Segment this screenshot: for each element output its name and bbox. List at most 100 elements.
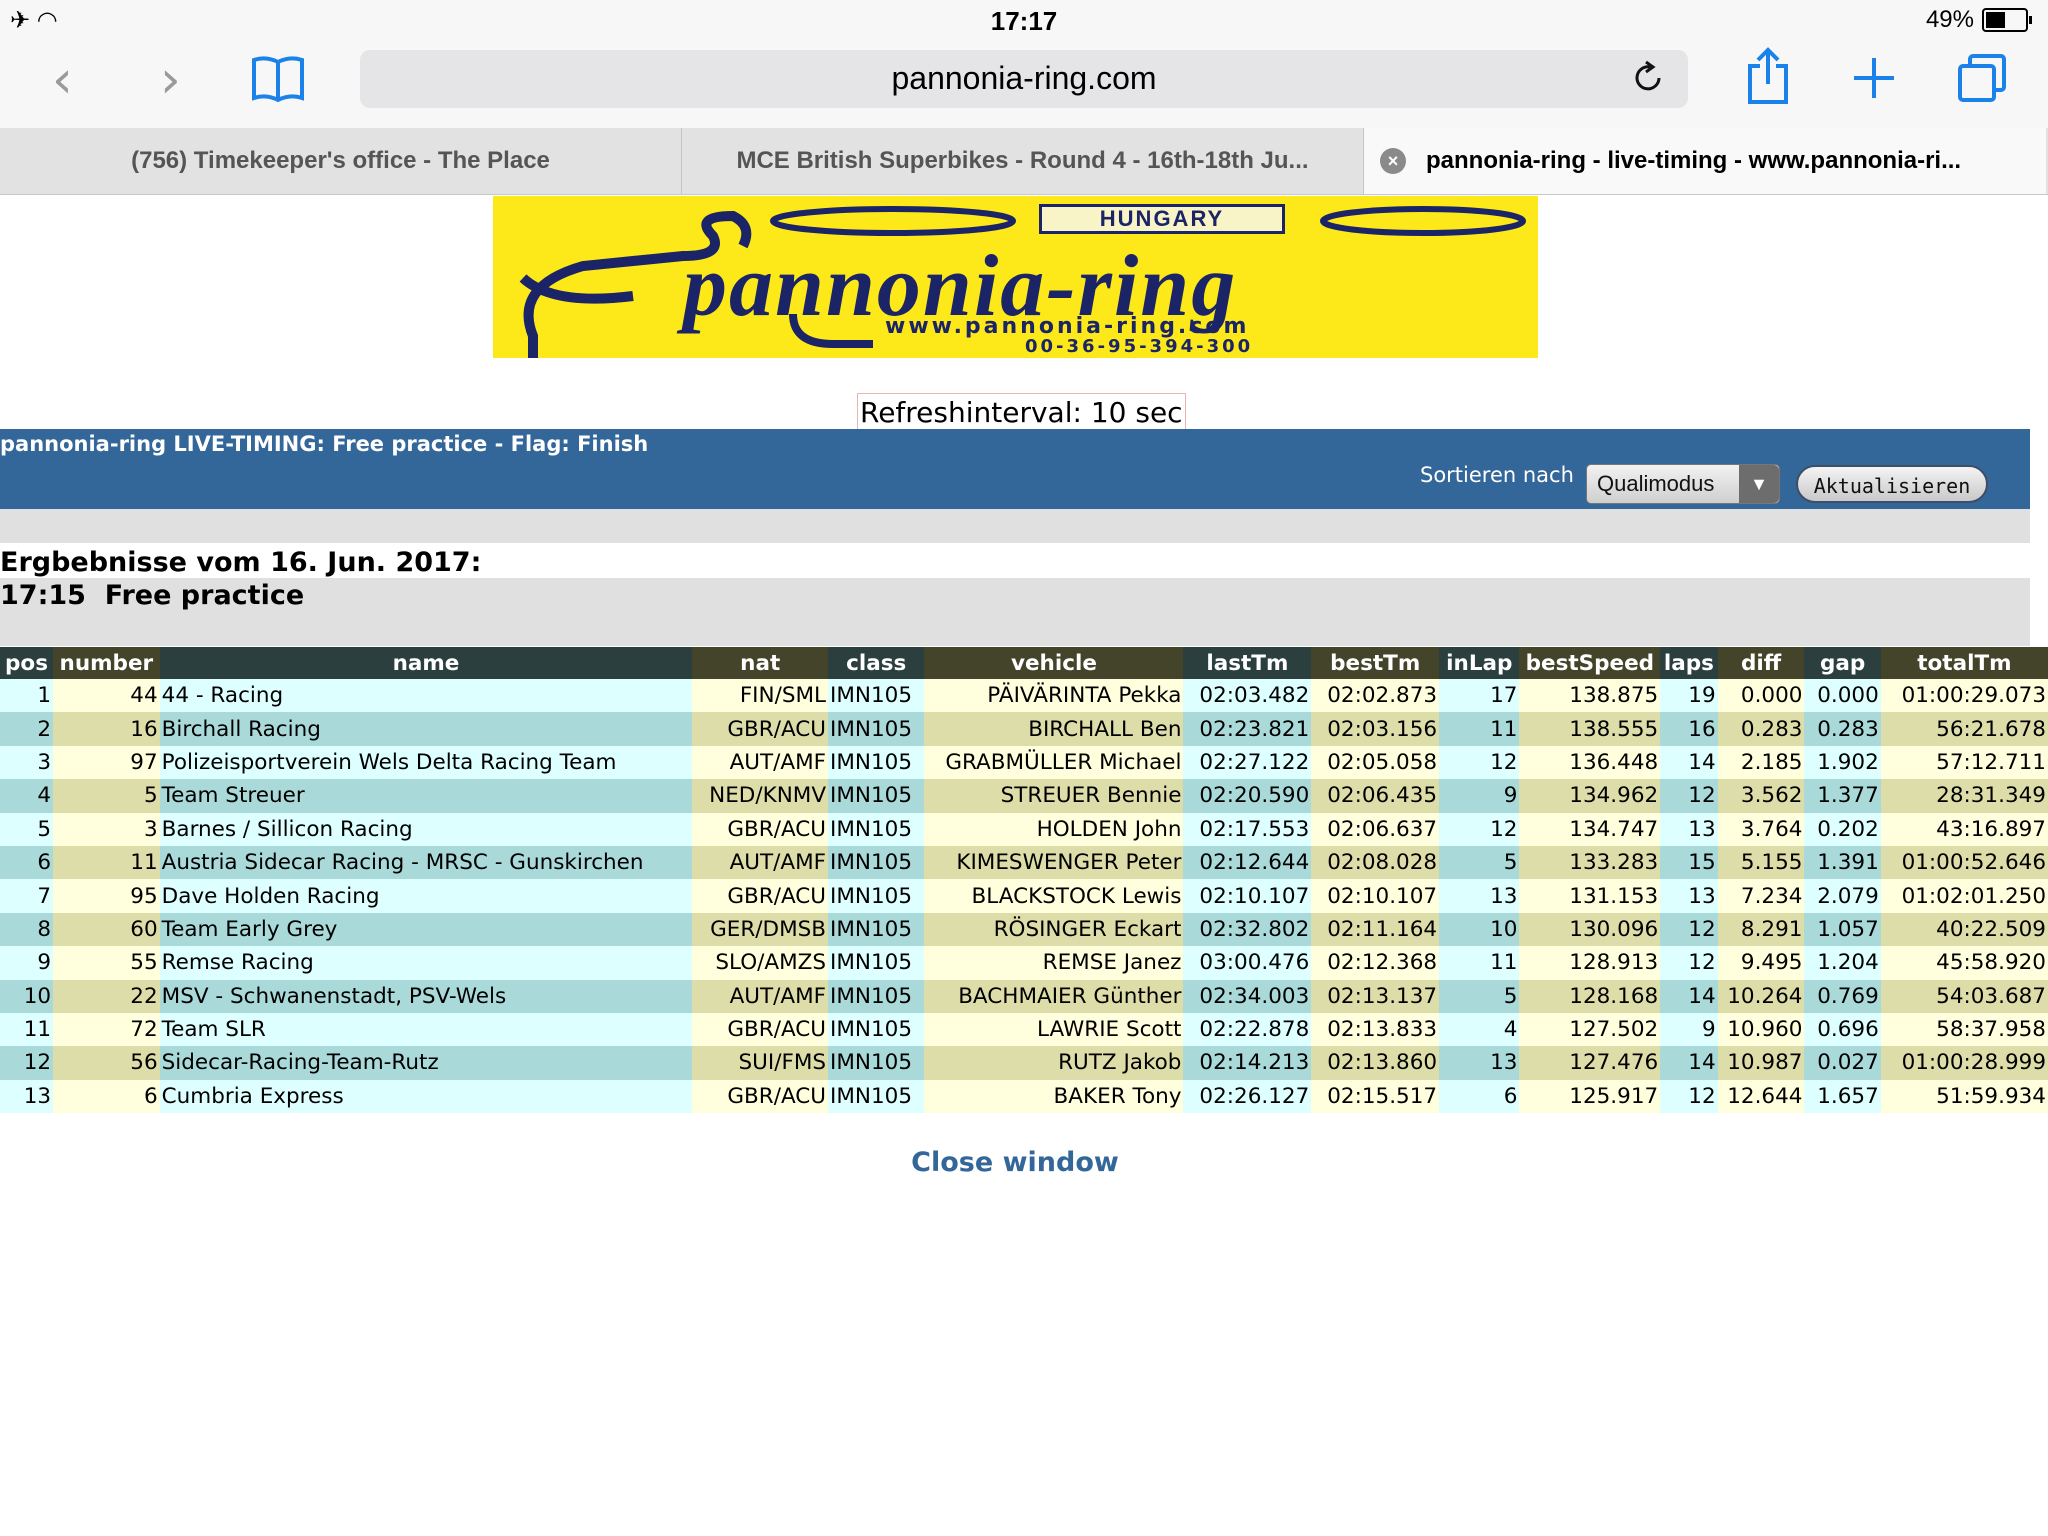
cell-nat: NED/KNMV [692, 779, 829, 813]
cell-totaltm: 51:59.934 [1880, 1079, 2048, 1114]
cell-diff: 0.283 [1717, 712, 1805, 746]
cell-class: IMN105 [828, 745, 925, 780]
cell-gap: 1.902 [1804, 745, 1881, 780]
cell-name: Team SLR [159, 1012, 693, 1047]
cell-number: 5 [53, 779, 160, 813]
cell-diff: 10.987 [1717, 1046, 1805, 1080]
cell-inlap: 13 [1439, 1046, 1520, 1080]
cell-class: IMN105 [828, 679, 925, 713]
new-tab-icon[interactable] [1850, 54, 1898, 106]
cell-pos: 10 [0, 979, 54, 1013]
cell-nat: GBR/ACU [692, 812, 829, 846]
tab-label: pannonia-ring - live-timing - www.pannon… [1426, 147, 1962, 174]
table-row: 10 22 MSV - Schwanenstadt, PSV-Wels AUT/AMF… [0, 979, 2048, 1013]
cell-inlap: 9 [1439, 779, 1520, 813]
cell-inlap: 11 [1439, 946, 1520, 980]
tab-label: (756) Timekeeper's office - The Place [131, 147, 550, 174]
tab-timekeeper[interactable]: (756) Timekeeper's office - The Place [0, 128, 682, 194]
table-row: 11 72 Team SLR GBR/ACU IMN105 LAWRIE Scott 02:… [0, 1012, 2048, 1047]
tab-label: MCE British Superbikes - Round 4 - 16th-… [736, 147, 1309, 174]
cell-lasttm: 02:22.878 [1183, 1012, 1312, 1047]
cell-name: Polizeisportverein Wels Delta Racing Tea… [159, 745, 693, 780]
cell-totaltm: 40:22.509 [1880, 912, 2048, 947]
cell-class: IMN105 [828, 1046, 925, 1080]
close-tab-icon[interactable]: × [1380, 148, 1406, 174]
cell-gap: 0.027 [1804, 1046, 1881, 1080]
column-header-class: class [828, 647, 925, 679]
cell-pos: 6 [0, 845, 54, 880]
cell-besttm: 02:11.164 [1311, 912, 1440, 947]
close-window-link[interactable]: Close window [0, 1147, 2030, 1178]
table-row: 6 11 Austria Sidecar Racing - MRSC - Gunsk… [0, 845, 2048, 880]
column-header-diff: diff [1717, 647, 1805, 679]
reload-icon[interactable] [1632, 60, 1664, 102]
cell-bestspeed: 138.555 [1519, 712, 1661, 746]
column-header-number: number [53, 647, 160, 679]
cell-number: 22 [53, 979, 160, 1013]
cell-nat: FIN/SML [692, 679, 829, 713]
share-icon[interactable] [1744, 46, 1792, 110]
cell-besttm: 02:02.873 [1311, 679, 1440, 713]
column-header-laps: laps [1660, 647, 1718, 679]
column-header-lasttm: lastTm [1183, 647, 1312, 679]
results-table: pos number name nat class vehicle lastTm bestTm… [0, 647, 2048, 1114]
table-row: 2 16 Birchall Racing GBR/ACU IMN105 BIRCHALL … [0, 712, 2048, 746]
cell-totaltm: 01:00:28.999 [1880, 1046, 2048, 1080]
battery-fill [1986, 12, 2005, 28]
results-date: Ergbebnisse vom 16. Jun. 2017: [0, 547, 482, 578]
pannonia-ring-logo-banner: HUNGARY pannonia-ring www.pannonia-ring.… [493, 196, 1538, 358]
cell-name: Team Streuer [159, 779, 693, 813]
sort-select[interactable]: Qualimodus ▼ [1586, 464, 1780, 504]
tabs-overview-icon[interactable] [1956, 52, 2008, 108]
cell-lasttm: 02:23.821 [1183, 712, 1312, 746]
table-row: 3 97 Polizeisportverein Wels Delta Racing … [0, 745, 2048, 780]
bookmarks-icon[interactable] [250, 54, 306, 108]
forward-icon[interactable]: › [160, 48, 181, 112]
cell-name: Dave Holden Racing [159, 879, 693, 913]
cell-totaltm: 01:02:01.250 [1880, 879, 2048, 913]
address-bar[interactable]: pannonia-ring.com [360, 50, 1688, 108]
tab-bsb[interactable]: MCE British Superbikes - Round 4 - 16th-… [682, 128, 1364, 194]
cell-pos: 7 [0, 879, 54, 913]
refresh-interval: Refreshinterval: 10 sec [857, 393, 1186, 431]
tab-pannonia[interactable]: × pannonia-ring - live-timing - www.pann… [1364, 128, 2046, 194]
table-row: 12 56 Sidecar-Racing-Team-Rutz SUI/FMS IMN10… [0, 1046, 2048, 1080]
cell-name: MSV - Schwanenstadt, PSV-Wels [159, 979, 693, 1013]
cell-totaltm: 43:16.897 [1880, 812, 2048, 846]
sort-label: Sortieren nach [1420, 463, 1574, 487]
status-bar: ✈ ◠ 17:17 49% [0, 0, 2048, 40]
cell-diff: 3.562 [1717, 779, 1805, 813]
column-header-bestspeed: bestSpeed [1519, 647, 1661, 679]
cell-totaltm: 58:37.958 [1880, 1012, 2048, 1047]
battery-icon [1982, 8, 2032, 32]
cell-vehicle: STREUER Bennie [924, 779, 1184, 813]
cell-diff: 2.185 [1717, 745, 1805, 780]
cell-lasttm: 02:20.590 [1183, 779, 1312, 813]
table-row: 5 3 Barnes / Sillicon Racing GBR/ACU IMN105 H… [0, 812, 2048, 846]
cell-pos: 2 [0, 712, 54, 746]
table-row: 1 44 44 - Racing FIN/SML IMN105 PÄIVÄRINTA Pe… [0, 679, 2048, 713]
cell-bestspeed: 130.096 [1519, 912, 1661, 947]
cell-inlap: 10 [1439, 912, 1520, 947]
cell-inlap: 4 [1439, 1012, 1520, 1047]
cell-besttm: 02:08.028 [1311, 845, 1440, 880]
cell-class: IMN105 [828, 1012, 925, 1047]
cell-bestspeed: 134.747 [1519, 812, 1661, 846]
cell-gap: 0.283 [1804, 712, 1881, 746]
cell-laps: 9 [1660, 1012, 1718, 1047]
cell-vehicle: LAWRIE Scott [924, 1012, 1184, 1047]
cell-besttm: 02:10.107 [1311, 879, 1440, 913]
cell-totaltm: 54:03.687 [1880, 979, 2048, 1013]
cell-inlap: 6 [1439, 1079, 1520, 1114]
cell-pos: 1 [0, 679, 54, 713]
cell-class: IMN105 [828, 1079, 925, 1114]
back-icon[interactable]: ‹ [52, 48, 73, 112]
cell-totaltm: 28:31.349 [1880, 779, 2048, 813]
cell-totaltm: 56:21.678 [1880, 712, 2048, 746]
cell-lasttm: 02:10.107 [1183, 879, 1312, 913]
cell-gap: 0.000 [1804, 679, 1881, 713]
cell-vehicle: RÖSINGER Eckart [924, 912, 1184, 947]
cell-vehicle: BIRCHALL Ben [924, 712, 1184, 746]
cell-besttm: 02:13.860 [1311, 1046, 1440, 1080]
update-button[interactable]: Aktualisieren [1796, 465, 1988, 503]
